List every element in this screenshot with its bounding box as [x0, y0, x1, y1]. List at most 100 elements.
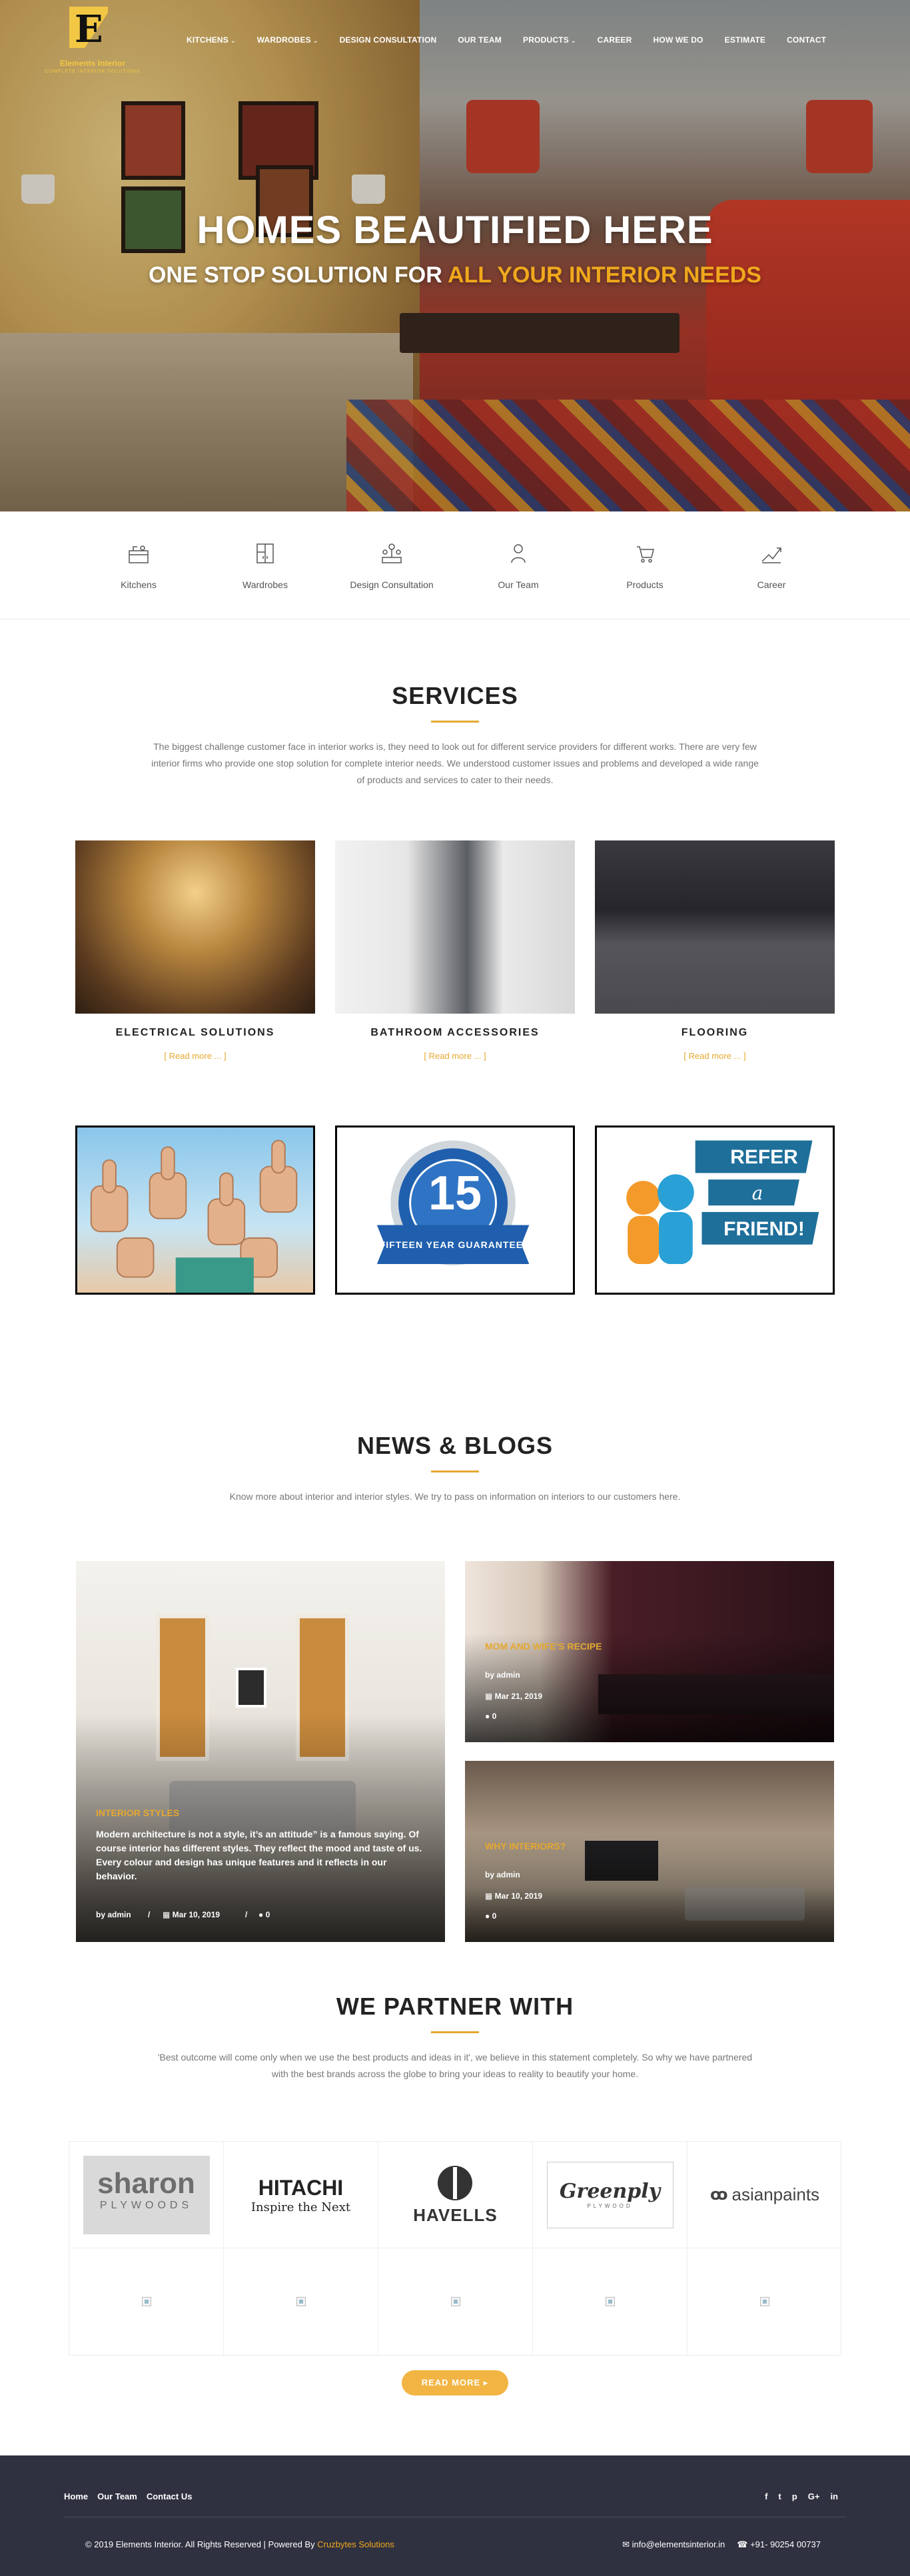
service-image-flooring[interactable] — [595, 840, 835, 1014]
news-category[interactable]: INTERIOR STYLES — [96, 1807, 179, 1818]
thumbs-up-icon — [90, 1139, 298, 1293]
promo-thumbs-up[interactable] — [75, 1126, 315, 1295]
promo-guarantee[interactable]: 15 FIFTEEN YEAR GUARANTEED — [335, 1126, 575, 1295]
consultation-icon — [382, 543, 402, 563]
comment-icon: ● — [485, 1712, 492, 1721]
guarantee-number: 15 — [428, 1167, 482, 1220]
partner-logo-grid: sharon PLYWOODS HITACHI Inspire the Next… — [69, 2141, 842, 2356]
nav-how-we-do[interactable]: HOW WE DO — [643, 33, 714, 47]
facebook-icon[interactable]: f — [765, 2491, 767, 2501]
google-plus-icon[interactable]: G+ — [808, 2491, 820, 2501]
title-underline — [431, 721, 479, 723]
partner-logo-broken[interactable] — [687, 2248, 842, 2355]
service-card: ELECTRICAL SOLUTIONS [ Read more ... ] — [75, 840, 315, 1061]
comment-icon: ● — [485, 1911, 492, 1921]
pinterest-icon[interactable]: p — [792, 2491, 797, 2501]
partner-logo-hitachi[interactable]: HITACHI Inspire the Next — [224, 2142, 378, 2248]
news-card[interactable]: WHY INTERIORS? by admin ▦ Mar 10, 2019 ●… — [465, 1761, 834, 1942]
powered-by-link[interactable]: Cruzbytes Solutions — [317, 2539, 394, 2549]
category-career[interactable]: Career — [708, 540, 835, 590]
services-title: SERVICES — [392, 682, 518, 709]
partner-logo-broken[interactable] — [69, 2248, 224, 2355]
category-kitchens[interactable]: Kitchens — [75, 540, 202, 590]
chevron-down-icon: ⌄ — [312, 37, 318, 44]
comment-icon: ● — [258, 1910, 266, 1919]
logo-brand-name: Elements Interior — [59, 59, 126, 68]
chevron-down-icon: ⌄ — [570, 37, 576, 44]
site-logo[interactable]: E Elements Interior COMPLETE INTERIOR SO… — [43, 7, 143, 74]
havells-mark-icon — [438, 2165, 473, 2200]
refer-word-3: FRIEND! — [723, 1218, 805, 1240]
partner-logo-asianpaints[interactable]: ꝏ asianpaints — [687, 2142, 842, 2248]
news-date: ▦ Mar 21, 2019 — [485, 1692, 543, 1701]
news-date: ▦ Mar 10, 2019 — [163, 1910, 221, 1919]
partner-logo-havells[interactable]: HAVELLS — [378, 2142, 533, 2248]
read-more-button[interactable]: READ MORE ▸ — [402, 2370, 508, 2396]
service-image-bathroom[interactable] — [335, 840, 575, 1014]
nav-kitchens[interactable]: KITCHENS ⌄ — [176, 33, 246, 47]
nav-wardrobes[interactable]: WARDROBES ⌄ — [246, 33, 329, 47]
news-card[interactable]: MOM AND WIFE'S RECIPE by admin ▦ Mar 21,… — [465, 1561, 834, 1742]
footer-email[interactable]: ✉ info@elementsinterior.in — [622, 2539, 725, 2550]
services-section: SERVICES The biggest challenge customer … — [0, 619, 910, 1126]
hero-subtitle: ONE STOP SOLUTION FOR ALL YOUR INTERIOR … — [0, 262, 910, 288]
service-title: BATHROOM ACCESSORIES — [370, 1027, 540, 1038]
nav-products[interactable]: PRODUCTS ⌄ — [512, 33, 587, 47]
partner-logo-sharon[interactable]: sharon PLYWOODS — [69, 2142, 224, 2248]
partners-section: WE PARTNER WITH 'Best outcome will come … — [0, 1942, 910, 2396]
news-section: NEWS & BLOGS Know more about interior an… — [0, 1432, 910, 1942]
nav-our-team[interactable]: OUR TEAM — [447, 33, 512, 47]
calendar-icon: ▦ — [485, 1891, 495, 1901]
promo-refer-friend[interactable]: REFER a FRIEND! — [595, 1126, 835, 1295]
partners-description: 'Best outcome will come only when we use… — [157, 2052, 753, 2079]
service-image-electrical[interactable] — [75, 840, 315, 1014]
news-comments: ● 0 — [485, 1911, 497, 1921]
service-card: BATHROOM ACCESSORIES [ Read more ... ] — [335, 840, 575, 1061]
nav-estimate[interactable]: ESTIMATE — [714, 33, 776, 47]
refer-word-2: a — [751, 1182, 763, 1204]
chevron-down-icon: ⌄ — [230, 37, 236, 44]
category-products[interactable]: Products — [582, 540, 708, 590]
news-author: by admin — [96, 1910, 131, 1919]
news-title: NEWS & BLOGS — [356, 1432, 553, 1459]
broken-image-icon — [141, 2297, 151, 2306]
team-icon — [511, 544, 526, 563]
meta-separator: / — [148, 1910, 151, 1919]
category-design-consultation[interactable]: Design Consultation — [328, 540, 455, 590]
partner-logo-broken[interactable] — [533, 2248, 687, 2355]
read-more-link[interactable]: [ Read more ... ] — [595, 1051, 835, 1061]
wardrobe-icon — [256, 543, 274, 563]
read-more-link[interactable]: [ Read more ... ] — [75, 1051, 315, 1061]
main-nav: KITCHENS ⌄ WARDROBES ⌄ DESIGN CONSULTATION… — [176, 33, 837, 47]
nav-career[interactable]: CAREER — [587, 33, 643, 47]
linkedin-icon[interactable]: in — [830, 2491, 838, 2501]
partner-logo-greenply[interactable]: Greenply PLYWOOD — [533, 2142, 687, 2248]
title-underline — [431, 2031, 479, 2033]
footer-links: Home Our Team Contact Us — [64, 2491, 192, 2501]
twitter-icon[interactable]: t — [778, 2491, 781, 2501]
broken-image-icon — [296, 2297, 306, 2306]
news-date: ▦ Mar 10, 2019 — [485, 1891, 543, 1901]
read-more-link[interactable]: [ Read more ... ] — [335, 1051, 575, 1061]
news-category[interactable]: WHY INTERIORS? — [485, 1841, 566, 1851]
news-category[interactable]: MOM AND WIFE'S RECIPE — [485, 1641, 602, 1652]
footer-link-contact-us[interactable]: Contact Us — [147, 2491, 193, 2501]
partner-logo-broken[interactable] — [378, 2248, 533, 2355]
site-footer: Home Our Team Contact Us f t p G+ in © 2… — [0, 2455, 910, 2576]
calendar-icon: ▦ — [485, 1692, 495, 1701]
partner-logo-broken[interactable] — [224, 2248, 378, 2355]
service-card: FLOORING [ Read more ... ] — [595, 840, 835, 1061]
career-icon — [761, 547, 781, 563]
nav-design-consultation[interactable]: DESIGN CONSULTATION — [329, 33, 448, 47]
footer-link-home[interactable]: Home — [64, 2491, 88, 2501]
category-wardrobes[interactable]: Wardrobes — [202, 540, 328, 590]
phone-icon: ☎ — [737, 2539, 751, 2549]
news-description: Know more about interior and interior st… — [229, 1491, 681, 1502]
nav-contact[interactable]: CONTACT — [776, 33, 837, 47]
category-our-team[interactable]: Our Team — [455, 540, 582, 590]
promo-section: 15 FIFTEEN YEAR GUARANTEED REFER a FRIEN… — [0, 1126, 910, 1432]
news-card-featured[interactable]: INTERIOR STYLES Modern architecture is n… — [76, 1561, 445, 1942]
footer-phone[interactable]: ☎ +91- 90254 00737 — [737, 2539, 821, 2550]
partners-title: WE PARTNER WITH — [336, 1993, 574, 2020]
footer-link-our-team[interactable]: Our Team — [97, 2491, 137, 2501]
